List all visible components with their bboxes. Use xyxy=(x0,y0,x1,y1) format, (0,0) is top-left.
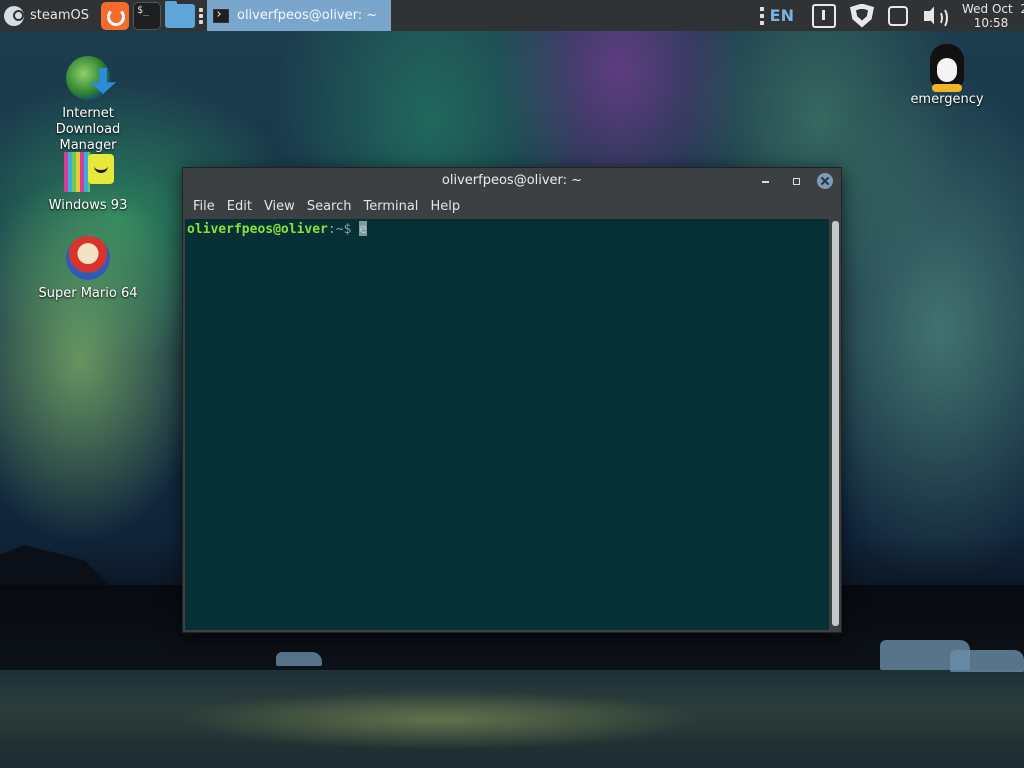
desktop-icon-label: Super Mario 64 xyxy=(38,286,138,301)
idm-icon xyxy=(64,54,112,102)
desktop-icon-label: Windows 93 xyxy=(48,198,128,213)
desktop-icon-windows93[interactable]: Windows 93 xyxy=(23,152,153,214)
volume-icon[interactable] xyxy=(922,4,948,29)
window-icon[interactable] xyxy=(888,5,908,26)
firefox-icon[interactable] xyxy=(100,1,129,30)
desktop-icon-idm[interactable]: Internet Download Manager xyxy=(23,54,153,154)
terminal-scrollbar[interactable] xyxy=(831,219,839,628)
desktop-icon-emergency[interactable]: emergency xyxy=(882,44,1012,108)
close-icon[interactable] xyxy=(817,173,833,189)
menu-help[interactable]: Help xyxy=(424,199,466,214)
menu-view[interactable]: View xyxy=(258,199,301,214)
scrollbar-thumb[interactable] xyxy=(832,221,839,626)
steamos-menu-label: steamOS xyxy=(30,8,89,23)
menu-edit[interactable]: Edit xyxy=(221,199,258,214)
menu-file[interactable]: File xyxy=(187,199,221,214)
prompt-user-host: oliverfpeos@oliver xyxy=(187,222,328,237)
terminal-content[interactable]: oliverfpeos@oliver:~$ e xyxy=(185,219,829,630)
files-icon[interactable] xyxy=(164,0,195,28)
keyboard-layout-indicator[interactable]: EN xyxy=(770,6,794,25)
clock[interactable]: Wed Oct 2 10:58 xyxy=(962,1,1024,30)
minimize-icon[interactable] xyxy=(757,172,775,190)
top-panel: steamOS $_ oliverfpeos@oliver: ~ EN Wed … xyxy=(0,0,1024,31)
terminal-cursor xyxy=(359,221,368,236)
tux-icon xyxy=(930,44,964,92)
system-tray: EN Wed Oct 2 10:58 xyxy=(759,0,1024,31)
tray-handle[interactable] xyxy=(759,6,764,25)
terminal-launcher-text: $_ xyxy=(136,4,150,16)
clock-date: Wed Oct 2 xyxy=(962,1,1024,16)
desktop-icon-label: emergency xyxy=(910,92,984,107)
menu-search[interactable]: Search xyxy=(301,199,358,214)
desktop-icon-mario[interactable]: Super Mario 64 xyxy=(23,234,153,302)
panel-separator-handle[interactable] xyxy=(198,7,203,24)
steamos-menu-button[interactable]: steamOS xyxy=(0,0,97,31)
menu-terminal[interactable]: Terminal xyxy=(357,199,424,214)
clipboard-icon[interactable] xyxy=(812,3,836,28)
window-controls xyxy=(757,172,833,190)
maximize-icon[interactable] xyxy=(787,172,805,190)
terminal-menubar: File Edit View Search Terminal Help xyxy=(183,194,841,218)
shield-icon[interactable] xyxy=(850,3,874,28)
wallpaper-ice xyxy=(276,652,322,666)
terminal-window: oliverfpeos@oliver: ~ File Edit View Sea… xyxy=(182,167,842,633)
prompt-path: :~ xyxy=(327,222,344,237)
windows93-icon xyxy=(64,152,114,194)
window-title: oliverfpeos@oliver: ~ xyxy=(441,173,583,188)
wallpaper-reflection xyxy=(180,690,700,750)
terminal-icon[interactable]: $_ xyxy=(132,1,161,30)
terminal-small-icon xyxy=(212,8,229,23)
mario-icon xyxy=(64,234,112,282)
taskbar-item-terminal[interactable]: oliverfpeos@oliver: ~ xyxy=(206,0,392,31)
desktop-icon-label: Internet Download Manager xyxy=(55,106,121,153)
taskbar-item-label: oliverfpeos@oliver: ~ xyxy=(236,8,378,23)
prompt-symbol: $ xyxy=(343,222,352,237)
wallpaper-ice xyxy=(950,650,1024,672)
clock-time: 10:58 xyxy=(973,15,1009,30)
steam-icon xyxy=(4,5,24,26)
window-titlebar[interactable]: oliverfpeos@oliver: ~ xyxy=(183,168,841,194)
